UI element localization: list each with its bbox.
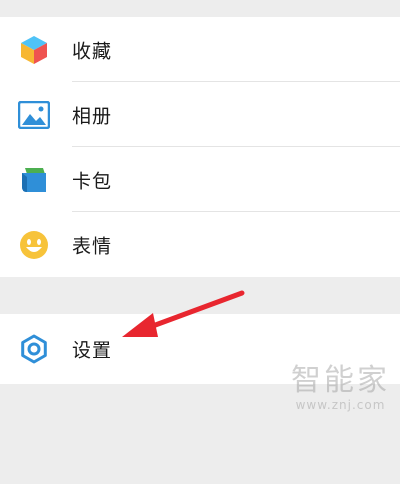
menu-item-label: 设置: [72, 339, 113, 362]
menu-item-stickers[interactable]: 表情: [0, 212, 400, 277]
menu-item-label: 收藏: [72, 40, 113, 62]
watermark: 智能家 www.znj.com: [291, 363, 390, 413]
watermark-url: www.znj.com: [295, 398, 386, 412]
section-spacer: [0, 277, 400, 314]
menu-item-label: 卡包: [72, 170, 113, 192]
menu-group: 收藏 相册 卡包 表情: [0, 17, 400, 277]
menu-item-favorites[interactable]: 收藏: [0, 17, 400, 82]
album-picture-icon: [18, 99, 50, 131]
watermark-title: 智能家: [291, 363, 390, 398]
menu-item-label: 相册: [72, 105, 113, 127]
settings-gear-icon: [18, 333, 50, 365]
menu-item-label: 表情: [72, 235, 113, 257]
menu-item-card-wallet[interactable]: 卡包: [0, 147, 400, 212]
top-spacer: [0, 0, 400, 17]
menu-item-album[interactable]: 相册: [0, 82, 400, 147]
sticker-smiley-icon: [18, 229, 50, 261]
card-wallet-icon: [18, 164, 50, 196]
favorites-cube-icon: [18, 34, 50, 66]
